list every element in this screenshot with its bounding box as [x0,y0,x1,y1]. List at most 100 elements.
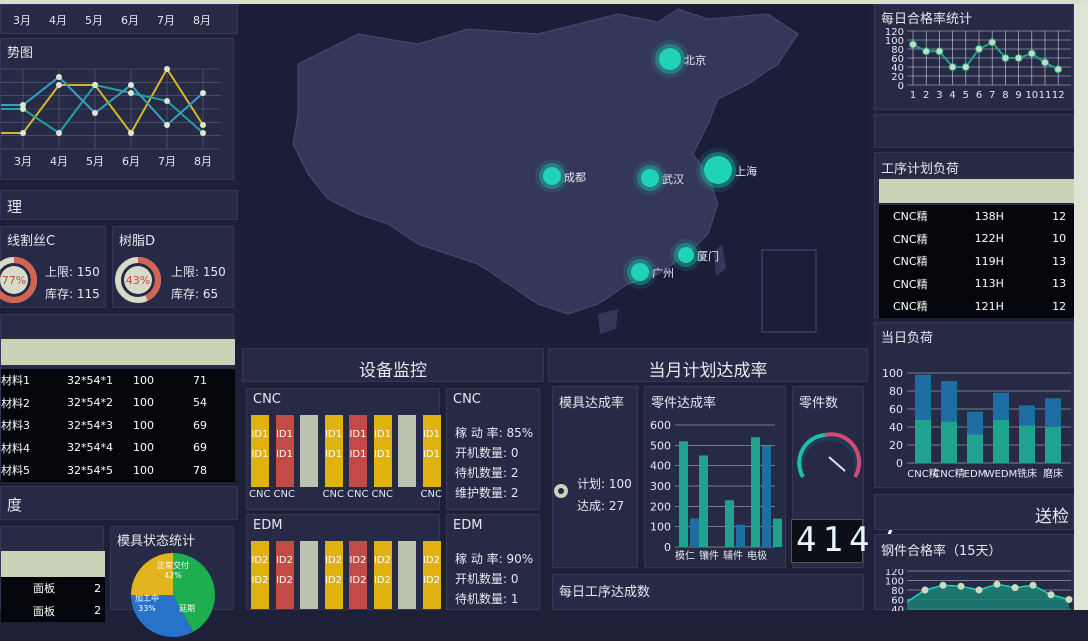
table-row[interactable]: 面板 2 [1,577,105,600]
material-table-header [1,339,235,365]
device-status-bar[interactable]: ID1 ID1 [373,415,392,487]
trend-point [56,130,62,136]
table-row[interactable]: 面板 2 [1,600,105,623]
cnc-bars-panel[interactable]: CNC ID1 ID1 ID1 ID1 ID1 ID1 ID1 ID1 ID1 ID1 ID1 ID1… [246,388,442,510]
daily-load-xlabel: 磨床 [1043,467,1063,480]
device-bar-id: ID2 [422,555,440,566]
parts-ytick: 0 [664,541,671,554]
cnc-util: 稼 动 率: 85% [455,426,534,440]
device-status-bar[interactable] [398,415,416,487]
table-row[interactable]: CNC精 119H 13 [879,250,1075,273]
table-cell: 32*54*2 [67,396,113,410]
map-city-marker[interactable] [678,247,694,263]
parts-bar [690,518,699,547]
device-bar-id: ID2 [275,575,293,586]
table-cell: 2 [94,604,102,618]
device-bar-id: ID1 [251,449,269,460]
device-foot-label: CNC [347,489,369,500]
device-foot-label: CNC [249,489,271,500]
daily-pass-panel: 每日合格率统计 120 100 80 60 40 20 0 1 2 3 4 5 6 7 8 9 10 11 12 [874,4,1074,110]
cnc-on: 开机数量: 0 [455,446,519,460]
side-tab-4[interactable] [1076,202,1088,238]
map-city-marker[interactable] [641,169,659,187]
table-cell: 材料1 [1,374,30,388]
parts-xlabel: 模仁 [675,550,695,562]
device-foot-label: CNC [273,489,295,500]
table-cell: CNC精 [893,232,928,246]
device-status-bar[interactable]: ID2 ID2 [275,541,294,609]
table-row[interactable]: CNC精 138H 12 [879,205,1075,228]
material-item-2[interactable]: 树脂D 43% 上限: 150 库存: 65 [112,226,234,308]
daily-pass-line [912,40,1059,71]
parts-bar [751,437,760,547]
parts-bar [773,518,782,547]
device-status-bar[interactable]: ID1 ID1 [422,415,441,487]
table-row[interactable]: 材料5 32*54*5 100 78 [1,459,235,482]
daily-pass-point [1054,65,1063,74]
device-bar-id: ID2 [324,575,342,586]
pie-label-processing: 加工中 [135,593,159,603]
table-row[interactable]: 材料3 32*54*3 100 69 [1,414,235,437]
device-bar-id: ID1 [275,429,293,440]
daily-pass-point [1001,54,1010,62]
material-item-1[interactable]: 线割丝C 77% 上限: 150 库存: 115 [0,226,106,308]
device-status-bar[interactable]: ID1 ID1 [349,415,367,487]
material-item-1-name: 线割丝C [7,234,56,249]
device-status-bar[interactable]: ID1 ID1 [275,415,294,487]
cnc-stats-title: CNC [453,392,481,407]
side-tab-1[interactable] [1076,18,1088,54]
device-status-bar[interactable] [300,541,318,609]
map-city-marker[interactable] [704,156,732,184]
map-city-marker[interactable] [659,48,681,70]
table-cell: 材料3 [1,419,30,433]
pie-label-normal-pct: 42% [164,571,182,580]
material-item-2-stock: 库存: 65 [171,287,219,301]
steel-pass-ytick: 40 [891,605,904,611]
daily-process-title: 每日工序达成数 [559,585,651,600]
material-table-panel: 材料1 32*54*1 100 71 材料2 32*54*2 100 54 材料3 32*54*3… [0,314,235,482]
device-status-bar[interactable] [300,415,318,487]
daily-pass-point [961,63,970,71]
table-cell: 32*54*1 [67,373,113,387]
device-status-bar[interactable]: ID2 ID2 [373,541,392,609]
side-tab-2[interactable] [1076,78,1088,114]
table-row[interactable]: CNC精 122H 10 [879,228,1075,251]
map-area[interactable]: 北京 成都 武汉 上海 厦门 广州 [238,4,870,344]
trend-point [128,130,134,136]
top-month-label: 3月 [13,14,31,27]
side-tab-5[interactable] [1076,264,1088,300]
parts-rate-panel: 零件达成率 600 500 400 300 200 100 0 模仁 镶件 辅件 电极 [644,386,786,568]
table-row[interactable]: 材料2 32*54*2 100 54 [1,392,235,415]
parts-xlabel: 电极 [747,549,767,562]
side-tab-6[interactable] [1076,326,1088,362]
parts-count-display: 4147 [791,519,896,563]
table-cell: 122H [974,232,1004,246]
table-row[interactable]: 材料1 32*54*1 100 71 [1,369,235,392]
side-tab-3[interactable] [1076,140,1088,176]
device-bar-id: ID1 [422,429,440,440]
steel-pass-panel: 钢件合格率（15天） 120 100 80 60 40 [874,534,1074,611]
table-cell: 100 [133,441,154,455]
map-city-marker[interactable] [631,263,649,281]
device-bar-id: ID1 [349,429,367,440]
device-status-bar[interactable]: ID2 ID2 [324,541,343,609]
device-status-bar[interactable]: ID2 ID2 [422,541,441,609]
device-status-bar[interactable]: ID2 ID2 [251,541,269,609]
device-status-bar[interactable] [398,541,416,609]
daily-load-bar [915,374,931,420]
table-row[interactable]: CNC精 121H 12 [879,295,1075,318]
edm-bars-panel[interactable]: EDM ID2 ID2 ID2 ID2 ID2 ID2 ID2 ID2 ID2 ID2 ID2 ID2 [246,514,441,610]
trend-month-label: 6月 [122,155,140,168]
table-cell: 12 [1052,299,1067,313]
map-city-marker[interactable] [543,167,561,185]
device-status-bar[interactable]: ID2 ID2 [349,541,367,609]
table-row[interactable]: 材料4 32*54*4 100 69 [1,437,235,460]
device-status-bar[interactable]: ID1 ID1 [251,415,269,487]
table-cell: 100 [133,418,154,432]
parts-ytick: 300 [650,480,671,493]
device-status-bar[interactable]: ID1 ID1 [324,415,343,487]
cnc-stats-panel: CNC 稼 动 率: 85% 开机数量: 0 待机数量: 2 维护数量: 2 [446,388,540,510]
parts-ytick: 500 [650,439,671,452]
daily-load-bar [993,392,1009,420]
table-row[interactable]: CNC精 113H 13 [879,273,1075,296]
